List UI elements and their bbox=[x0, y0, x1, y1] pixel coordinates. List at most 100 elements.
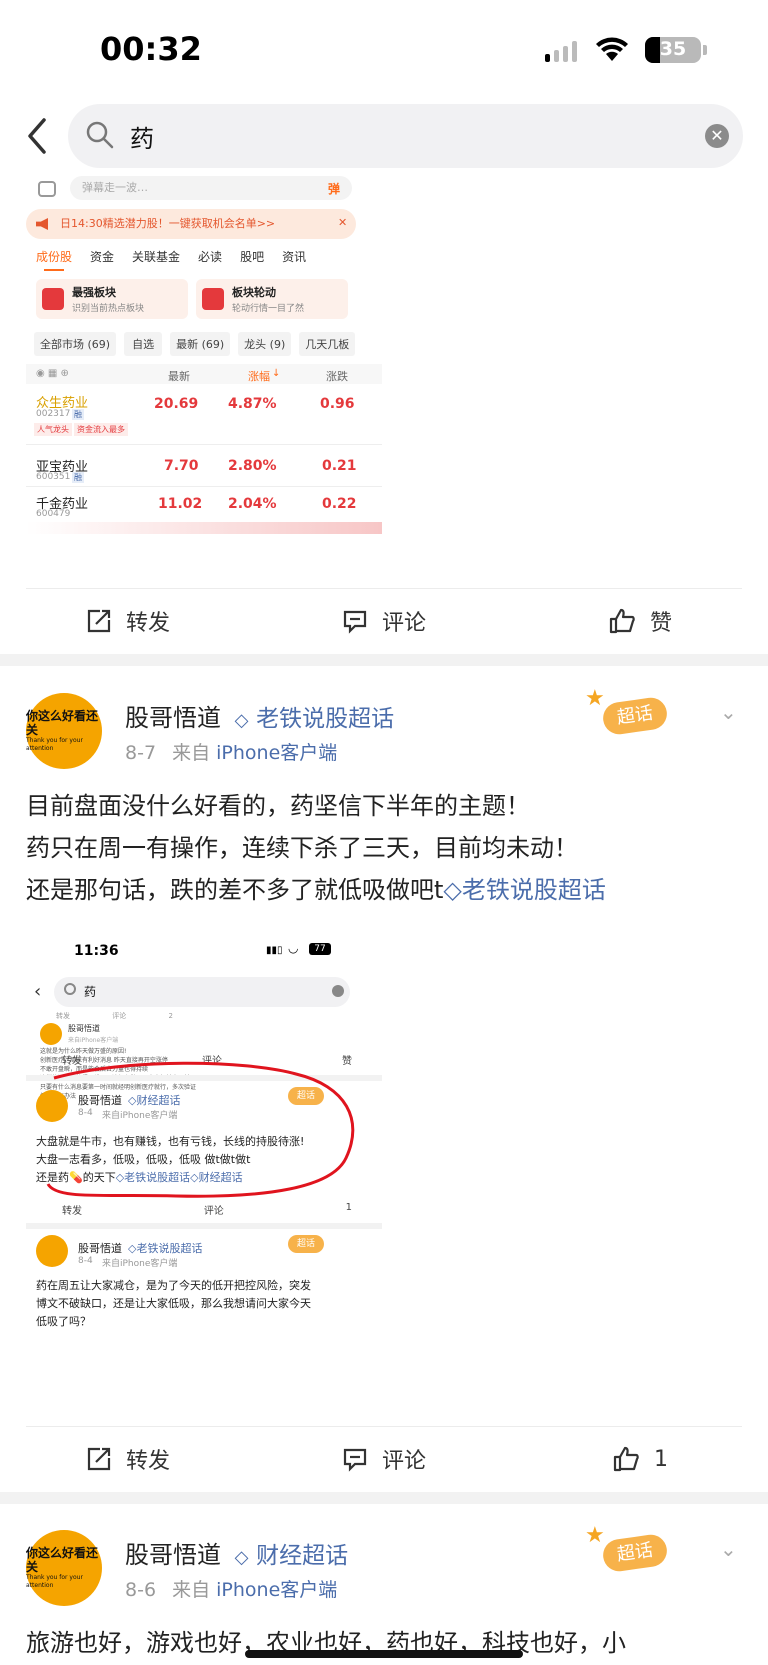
post-source[interactable]: iPhone客户端 bbox=[216, 1579, 337, 1601]
stock-price: 11.02 bbox=[158, 496, 203, 512]
view-icons: ◉ ▦ ⊕ bbox=[36, 368, 69, 379]
stock-tag: 人气龙头 bbox=[34, 423, 72, 436]
status-time: 00:32 bbox=[100, 30, 202, 68]
battery-tip bbox=[703, 45, 707, 55]
divider bbox=[26, 1426, 742, 1427]
like-button[interactable]: 赞 bbox=[512, 590, 768, 652]
post-image-screenshot[interactable]: 弹幕走一波… 弹 日14:30精选潜力股！一键获取机会名单>> ✕ 成份股 资金… bbox=[26, 176, 382, 566]
mini-time: 11:36 bbox=[74, 943, 119, 959]
mini-tabs: 转发 评论 2 bbox=[56, 1011, 173, 1021]
badge-label: 超话 bbox=[601, 1532, 669, 1574]
post-meta: 8-6 来自 iPhone客户端 bbox=[125, 1575, 337, 1602]
mini-line: 博文不破缺口，还是让大家低吸，那么我想请问大家今天 bbox=[36, 1297, 311, 1310]
mini-username: 股哥悟道 bbox=[68, 1024, 100, 1033]
mini-wifi-icon: ◡ bbox=[288, 941, 299, 955]
like-label: 赞 bbox=[649, 611, 672, 636]
tab-funds: 资金 bbox=[90, 250, 115, 264]
repost-label: 转发 bbox=[125, 1449, 170, 1474]
thumbs-up-icon bbox=[613, 1446, 639, 1472]
post-line-text: 还是那句话，跌的差不多了就低吸做吧t bbox=[26, 876, 444, 904]
card-title: 最强板块 bbox=[72, 286, 116, 299]
clear-icon[interactable]: ✕ bbox=[705, 124, 729, 148]
battery-icon: 35 bbox=[645, 37, 701, 63]
back-chevron-icon[interactable] bbox=[22, 116, 52, 156]
comment-button[interactable]: 评论 bbox=[256, 590, 512, 652]
star-icon: ★ bbox=[585, 1523, 605, 1548]
repost-label: 转发 bbox=[125, 611, 170, 636]
stock-price: 20.69 bbox=[154, 396, 199, 412]
inline-topic-link[interactable]: 老铁说股超话 bbox=[462, 876, 606, 904]
mini-avatar bbox=[40, 1023, 62, 1045]
mini-line: 低吸了吗？ bbox=[36, 1315, 91, 1328]
promo-banner-text: 日14:30精选潜力股！一键获取机会名单>> bbox=[60, 217, 276, 230]
card-strongest: 最强板块 识别当前热点板块 bbox=[36, 279, 188, 319]
margin-badge: 融 bbox=[72, 409, 84, 420]
username[interactable]: 股哥悟道 bbox=[125, 1541, 221, 1569]
stock-code: 600479 bbox=[36, 509, 71, 519]
tab-must-read: 必读 bbox=[198, 250, 223, 264]
post-date: 8-7 bbox=[125, 742, 157, 764]
danmu-input: 弹幕走一波… bbox=[70, 176, 352, 200]
repost-button[interactable]: 转发 bbox=[0, 1428, 256, 1490]
share-icon bbox=[87, 1447, 111, 1471]
search-input[interactable]: 药 bbox=[130, 119, 154, 154]
username[interactable]: 股哥悟道 bbox=[125, 704, 221, 732]
super-topic-badge: ★ 超话 bbox=[585, 686, 685, 744]
stock-code: 002317 bbox=[36, 409, 71, 419]
divider bbox=[26, 588, 742, 589]
comment-button[interactable]: 评论 bbox=[256, 1428, 512, 1490]
diamond-icon: ◇ bbox=[234, 710, 249, 731]
card-rotation: 板块轮动 轮动行情一目了然 bbox=[196, 279, 348, 319]
filter-chip: 龙头 (9) bbox=[238, 332, 292, 356]
col-price: 最新 bbox=[168, 370, 190, 383]
tab-underline bbox=[44, 269, 64, 271]
row-divider bbox=[26, 444, 382, 445]
chevron-down-icon[interactable]: ⌄ bbox=[720, 700, 737, 724]
post-date: 8-6 bbox=[125, 1579, 157, 1601]
row-divider bbox=[26, 486, 382, 487]
avatar[interactable]: 你这么好看还关 Thank you for your attention bbox=[26, 693, 102, 769]
avatar-subtext: Thank you for your attention bbox=[26, 1574, 83, 1589]
tab-constituents: 成份股 bbox=[36, 250, 73, 264]
mini-avatar bbox=[36, 1235, 68, 1267]
post-image-screenshot[interactable]: 11:36 ▮▮▯ ◡ 77 ‹ 药 转发 评论 2 股哥悟道 来自iPhone… bbox=[26, 935, 382, 1405]
topic-link[interactable]: 财经超话 bbox=[256, 1543, 348, 1569]
repost-button[interactable]: 转发 bbox=[0, 590, 256, 652]
bottom-fade bbox=[26, 522, 382, 534]
post-line: 目前盘面没什么好看的，药坚信下半年的主题！ bbox=[26, 792, 530, 820]
mini-tab: 评论 bbox=[112, 1012, 127, 1020]
card-title: 板块轮动 bbox=[232, 286, 276, 299]
mini-line: 药在周五让大家减仓，是为了今天的低开把控风险，突发 bbox=[36, 1279, 311, 1292]
card-icon bbox=[202, 288, 224, 310]
mini-signal-icon: ▮▮▯ bbox=[266, 945, 283, 956]
post-source[interactable]: iPhone客户端 bbox=[216, 742, 337, 764]
tab-related-funds: 关联基金 bbox=[132, 250, 181, 264]
search-bar[interactable] bbox=[68, 104, 743, 168]
action-bar: 转发 评论 1 bbox=[0, 1428, 768, 1490]
search-icon bbox=[86, 121, 114, 149]
post-meta: 8-7 来自 iPhone客户端 bbox=[125, 738, 337, 765]
avatar[interactable]: 你这么好看还关 Thank you for your attention bbox=[26, 1530, 102, 1606]
col-pct: 涨幅 bbox=[248, 370, 270, 383]
filter-row: 全部市场 (69) 自选 最新 (69) 龙头 (9) 几天几板 bbox=[34, 332, 382, 356]
danmu-toggle-icon: 弹 bbox=[328, 182, 341, 196]
avatar-text: 你这么好看还关 bbox=[26, 709, 99, 737]
action-bar: 转发 评论 赞 bbox=[0, 590, 768, 652]
stock-pct: 2.80% bbox=[228, 458, 277, 474]
stock-pct: 2.04% bbox=[228, 496, 277, 512]
chevron-down-icon[interactable]: ⌄ bbox=[720, 1537, 737, 1561]
filter-chip: 最新 (69) bbox=[170, 332, 231, 356]
post-header: 股哥悟道 ◇ 老铁说股超话 bbox=[125, 698, 394, 733]
col-chg: 涨跌 bbox=[326, 370, 348, 383]
like-button[interactable]: 1 bbox=[512, 1428, 768, 1490]
mini-battery-icon: 77 bbox=[309, 943, 331, 955]
signal-icon bbox=[545, 40, 585, 62]
post-line: 药只在周一有操作，连续下杀了三天，目前均未动！ bbox=[26, 834, 578, 862]
topic-link[interactable]: 老铁说股超话 bbox=[256, 706, 394, 732]
feed-separator bbox=[0, 1492, 768, 1504]
post-from: 来自 bbox=[172, 1579, 211, 1601]
mini-actions-2: 转发 评论 1 bbox=[62, 1202, 352, 1217]
comment-icon bbox=[38, 181, 56, 197]
promo-banner: 日14:30精选潜力股！一键获取机会名单>> bbox=[26, 209, 356, 239]
share-icon bbox=[87, 609, 111, 633]
